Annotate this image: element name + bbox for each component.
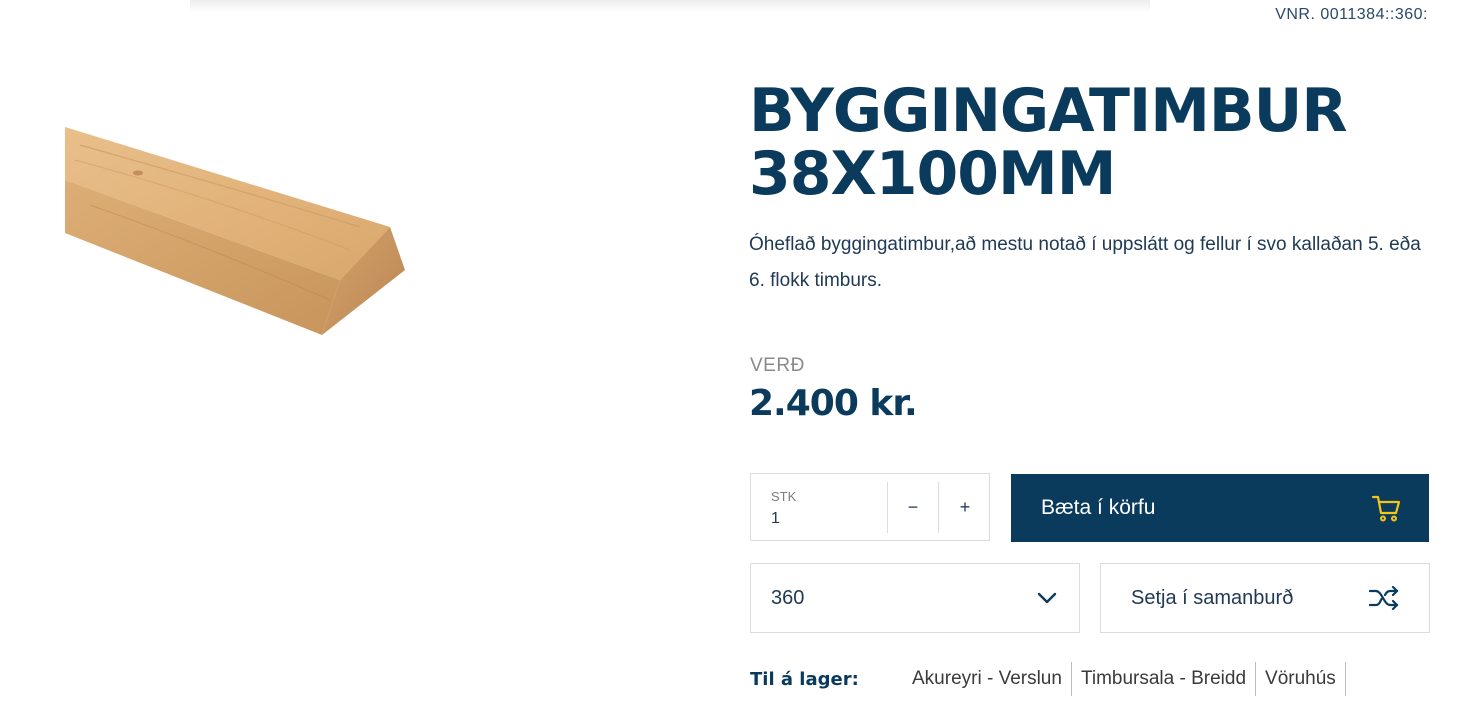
product-title-line-2: 38X100MM: [749, 139, 1116, 209]
compare-button[interactable]: Setja í samanburð: [1100, 563, 1430, 633]
compare-label: Setja í samanburð: [1131, 586, 1294, 609]
product-title-line-1: BYGGINGATIMBUR: [749, 76, 1348, 146]
product-title: BYGGINGATIMBUR 38X100MM: [749, 80, 1389, 206]
chevron-down-icon: [1037, 592, 1057, 604]
quantity-input[interactable]: 1: [771, 510, 780, 528]
product-image[interactable]: [60, 55, 450, 445]
shuffle-icon: [1369, 585, 1399, 611]
stock-location-list: Akureyri - Verslun Timbursala - Breidd V…: [903, 662, 1346, 696]
stock-location-item[interactable]: Akureyri - Verslun: [903, 662, 1072, 696]
store-select[interactable]: 360: [750, 563, 1080, 633]
sku-number: VNR. 0011384::360:: [1275, 6, 1428, 23]
quantity-label: STK: [771, 489, 797, 504]
cart-icon: [1371, 495, 1401, 522]
stock-label: Til á lager:: [750, 669, 859, 690]
top-shadow-strip: [190, 0, 1150, 12]
price-value: 2.400 kr.: [749, 383, 918, 424]
product-description: Óheflað byggingatimbur,að mestu notað í …: [749, 234, 1421, 291]
store-select-value: 360: [771, 586, 805, 609]
quantity-stepper[interactable]: STK 1 − +: [750, 473, 990, 541]
stock-location-item[interactable]: Vöruhús: [1256, 662, 1346, 696]
quantity-decrease-button[interactable]: −: [887, 482, 939, 533]
add-to-cart-label: Bæta í körfu: [1041, 496, 1156, 519]
timber-plank-image: [65, 127, 405, 335]
price-label: VERÐ: [750, 355, 805, 376]
quantity-increase-button[interactable]: +: [939, 482, 991, 533]
stock-location-item[interactable]: Timbursala - Breidd: [1072, 662, 1257, 696]
add-to-cart-button[interactable]: Bæta í körfu: [1011, 474, 1429, 542]
